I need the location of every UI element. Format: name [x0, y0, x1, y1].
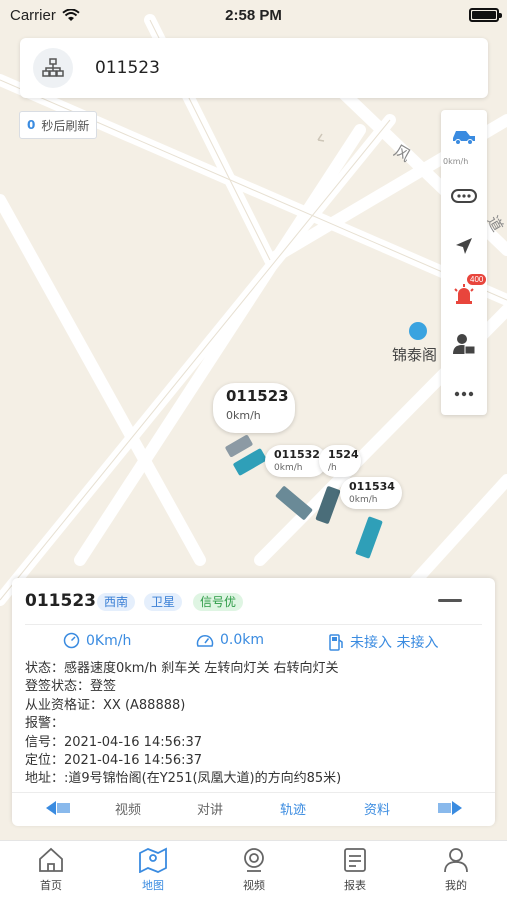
alarm-tool-button[interactable]: 400	[441, 270, 487, 318]
vehicle-search-card[interactable]: 011523	[20, 38, 488, 98]
fuel-value: 未接入 未接入	[350, 635, 439, 651]
bubble-plate: 011523	[226, 387, 289, 405]
tab-reports[interactable]: 报表	[320, 847, 390, 893]
fuel-metric: 未接入 未接入	[329, 632, 438, 652]
previous-vehicle-icon[interactable]	[46, 801, 70, 815]
positioning-tag: 卫星	[144, 593, 183, 611]
clock: 2:58 PM	[225, 6, 282, 24]
alarm-count-badge: 400	[467, 274, 487, 285]
more-tool-button[interactable]	[441, 370, 487, 418]
video-action[interactable]: 视频	[115, 799, 141, 818]
locate-tool-button[interactable]	[441, 222, 487, 270]
poi-label[interactable]: 锦泰阁	[392, 344, 437, 365]
org-tree-icon	[42, 58, 64, 77]
fuel-pump-icon	[329, 633, 343, 651]
tab-profile[interactable]: 我的	[421, 847, 491, 893]
bubble-speed: 0km/h	[349, 495, 378, 505]
bubble-speed: 0km/h	[226, 409, 261, 422]
tab-video[interactable]: 视频	[219, 847, 289, 893]
speed-value: 0Km/h	[86, 632, 132, 649]
distance-value: 0.0km	[220, 632, 265, 648]
bubble-plate: 1524	[328, 448, 359, 461]
divider	[25, 624, 482, 625]
tool-speed-hint: 0km/h	[443, 157, 469, 166]
status-line: 状态：感器速度0km/h 刹车关 左转向灯关 右转向灯关	[25, 661, 339, 676]
user-icon	[444, 848, 468, 873]
vehicle-bubble[interactable]: 1524 /h	[319, 445, 361, 477]
intercom-action[interactable]: 对讲	[197, 799, 223, 818]
tab-video-label: 视频	[243, 879, 265, 892]
license-line: 从业资格证：XX (A88888)	[25, 697, 186, 713]
track-action[interactable]: 轨迹	[280, 799, 306, 818]
battery-icon	[469, 8, 502, 22]
location-time-line: 定位：2021-04-16 14:56:37	[25, 753, 203, 769]
bubble-plate: 011532	[274, 448, 320, 461]
tab-home[interactable]: 首页	[16, 847, 86, 893]
more-icon	[454, 391, 474, 397]
vehicle-info-card: 011523 西南 卫星 信号优 0Km/h 0.0km 未接入 未接入 状态：…	[12, 578, 495, 826]
more-dots-circle-icon	[451, 189, 477, 203]
selected-vehicle[interactable]: 011523	[95, 58, 160, 78]
collapse-handle[interactable]	[438, 599, 462, 602]
driver-id-icon	[453, 334, 476, 355]
action-row: 视频 对讲 轨迹 资料	[12, 792, 495, 820]
driver-tool-button[interactable]	[441, 320, 487, 368]
traffic-tool-button[interactable]	[441, 172, 487, 220]
status-bar: Carrier 2:58 PM	[0, 0, 507, 30]
address-line: 地址：:道9号锦怡阁(在Y251(凤凰大道)的方向约85米)	[25, 771, 342, 787]
distance-metric: 0.0km	[196, 632, 264, 648]
map-icon	[139, 847, 167, 873]
vehicle-bubble-main[interactable]: 011523 0km/h	[213, 383, 295, 433]
bubble-plate: 011534	[349, 480, 395, 493]
home-icon	[39, 847, 63, 872]
next-vehicle-icon[interactable]	[438, 801, 462, 815]
vehicle-bubble[interactable]: 011532 0km/h	[265, 445, 327, 477]
building-icon	[409, 322, 427, 340]
vehicle-icon	[453, 131, 475, 145]
org-tree-button[interactable]	[33, 48, 73, 88]
direction-tag: 西南	[97, 593, 136, 611]
gauge-icon	[196, 634, 214, 647]
sign-in-line: 登签状态：登签	[25, 679, 117, 695]
metrics-row: 0Km/h 0.0km 未接入 未接入	[12, 632, 495, 654]
tab-home-label: 首页	[40, 879, 62, 892]
speedometer-icon	[63, 632, 80, 649]
refresh-timer[interactable]: 0 秒后刷新	[19, 111, 98, 139]
detail-lines: 状态：感器速度0km/h 刹车关 左转向灯关 右转向灯关 登签状态：登签 从业资…	[25, 660, 491, 789]
vehicle-bubble[interactable]: 011534 0km/h	[340, 477, 402, 509]
alarm-line: 报警：	[25, 716, 65, 732]
navigation-arrow-icon	[456, 238, 472, 254]
camera-icon	[244, 848, 264, 872]
vehicle-tool-button[interactable]	[441, 112, 487, 160]
bubble-speed: 0km/h	[274, 463, 303, 473]
refresh-label: 秒后刷新	[41, 118, 90, 133]
speed-metric: 0Km/h	[63, 632, 131, 649]
profile-action[interactable]: 资料	[364, 799, 390, 818]
report-icon	[344, 848, 366, 872]
tab-reports-label: 报表	[344, 879, 366, 892]
tab-map[interactable]: 地图	[118, 847, 188, 893]
tab-map-label: 地图	[142, 879, 164, 892]
signal-tag: 信号优	[193, 593, 244, 611]
bubble-speed: /h	[328, 463, 337, 473]
alarm-light-icon	[454, 284, 474, 304]
info-plate: 011523	[25, 591, 96, 611]
refresh-count: 0	[27, 118, 36, 132]
tab-profile-label: 我的	[445, 879, 467, 892]
signal-time-line: 信号：2021-04-16 14:56:37	[25, 734, 203, 750]
map-toolbar: 0km/h 400	[441, 110, 487, 415]
tab-bar: 首页 地图 视频 报表 我的	[0, 840, 507, 900]
